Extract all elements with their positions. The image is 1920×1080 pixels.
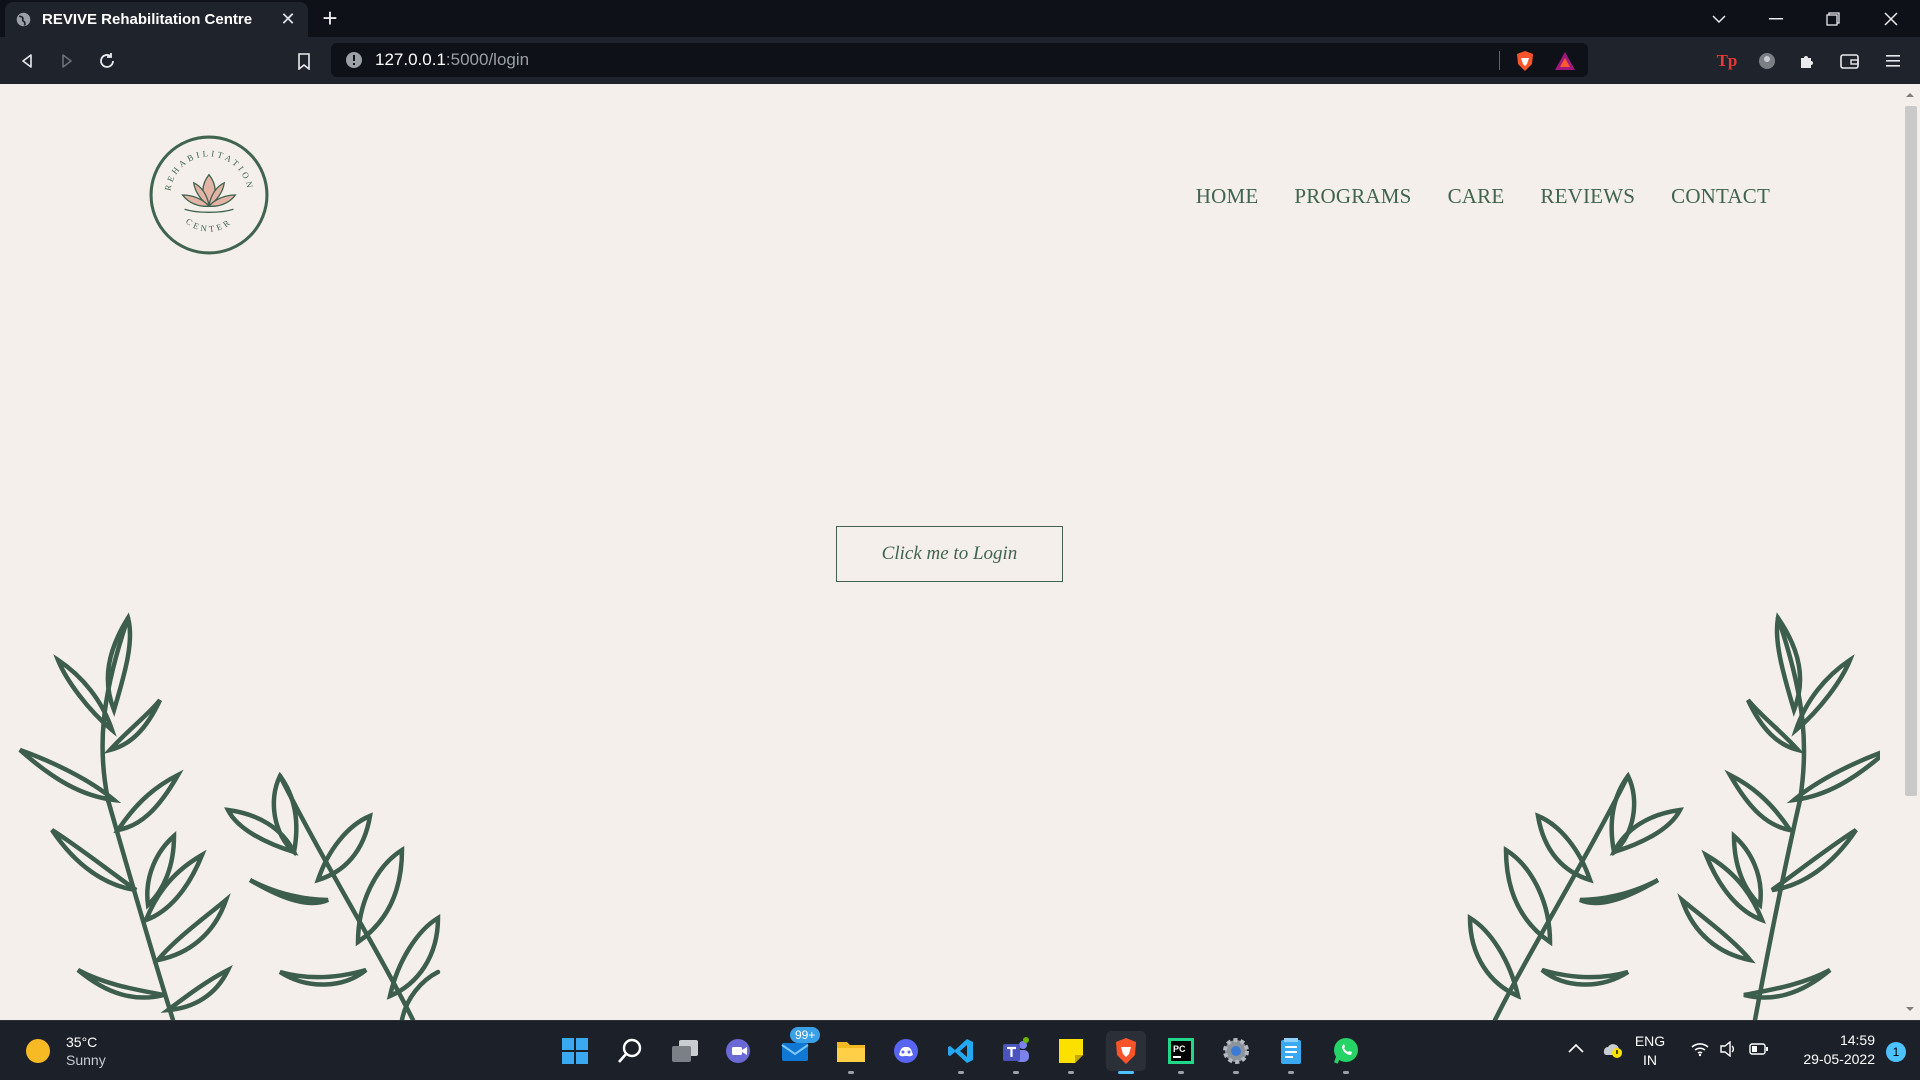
tab-title: REVIVE Rehabilitation Centre	[42, 11, 253, 28]
brave-shields-icon[interactable]	[1514, 50, 1536, 72]
sticky-notes-button[interactable]	[1051, 1031, 1091, 1074]
nav-contact-link[interactable]: CONTACT	[1671, 184, 1770, 209]
whatsapp-icon	[1334, 1038, 1358, 1064]
weather-temp: 35°C	[66, 1034, 98, 1050]
discord-button[interactable]	[886, 1031, 926, 1071]
pycharm-icon: PC	[1168, 1038, 1194, 1064]
new-tab-button[interactable]: +	[316, 4, 344, 32]
left-leaf-branches-illustration	[18, 612, 441, 1020]
clock-time: 14:59	[1839, 1032, 1875, 1048]
wifi-icon[interactable]	[1691, 1041, 1709, 1057]
weather-widget[interactable]: 35°C Sunny	[26, 1033, 106, 1069]
right-leaf-branches-illustration	[1467, 612, 1880, 1020]
teams-icon	[1003, 1037, 1029, 1062]
svg-text:CENTER: CENTER	[184, 216, 234, 234]
rehabilitation-center-logo[interactable]: REHABILITATION CENTER	[148, 134, 270, 256]
wallet-icon[interactable]	[1834, 45, 1866, 77]
lotus-icon	[181, 173, 237, 213]
minimize-icon[interactable]	[1747, 0, 1805, 37]
sticky-notes-icon	[1059, 1039, 1083, 1063]
notepad-button[interactable]	[1271, 1031, 1311, 1074]
menu-icon[interactable]	[1877, 45, 1909, 77]
nav-reviews-link[interactable]: REVIEWS	[1540, 184, 1635, 209]
region-code: IN	[1643, 1052, 1657, 1068]
notification-badge[interactable]: 1	[1886, 1042, 1906, 1062]
extension-tp-icon[interactable]: Tp	[1711, 45, 1743, 77]
scroll-down-icon[interactable]	[1905, 1004, 1915, 1014]
main-nav: HOME PROGRAMS CARE REVIEWS CONTACT	[1196, 184, 1770, 209]
nav-home-link[interactable]: HOME	[1196, 184, 1259, 209]
language-indicator[interactable]: ENG IN	[1630, 1032, 1670, 1070]
gear-icon	[1223, 1038, 1249, 1064]
weather-desc: Sunny	[66, 1052, 106, 1068]
language-code: ENG	[1634, 1033, 1666, 1049]
svg-text:PC: PC	[1173, 1044, 1186, 1054]
settings-button[interactable]	[1216, 1031, 1256, 1074]
bookmark-icon[interactable]	[288, 45, 320, 77]
task-view-icon	[672, 1040, 698, 1062]
url-path: :5000/login	[445, 50, 530, 69]
file-explorer-button[interactable]	[831, 1031, 871, 1074]
windows-logo-icon	[562, 1038, 588, 1064]
login-button[interactable]: Click me to Login	[836, 526, 1063, 582]
battery-icon[interactable]	[1749, 1042, 1769, 1056]
address-bar[interactable]: 127.0.0.1:5000/login	[331, 43, 1588, 77]
globe-icon	[16, 12, 31, 27]
logo-text-bottom: CENTER	[184, 216, 231, 234]
browser-tab-bar: REVIVE Rehabilitation Centre ✕ +	[0, 0, 1920, 37]
scrollbar-thumb[interactable]	[1905, 106, 1917, 796]
clock-date: 29-05-2022	[1803, 1051, 1875, 1067]
sun-icon	[26, 1039, 50, 1063]
forward-icon[interactable]	[51, 45, 83, 77]
url-host: 127.0.0.1	[375, 50, 446, 69]
start-button[interactable]	[555, 1031, 595, 1071]
onedrive-warning-icon[interactable]	[1601, 1039, 1623, 1059]
discord-icon	[894, 1039, 918, 1063]
chat-camera-icon	[726, 1039, 750, 1063]
teams-chat-button[interactable]	[720, 1031, 760, 1071]
brave-browser-button[interactable]	[1106, 1031, 1146, 1074]
tab-search-chevron-icon[interactable]	[1690, 0, 1748, 37]
mail-app-button[interactable]: 99+	[776, 1027, 821, 1071]
windows-taskbar: 35°C Sunny 99+ PC ENG IN 14:59 29-05-202…	[0, 1020, 1920, 1080]
whatsapp-button[interactable]	[1326, 1031, 1366, 1074]
reload-icon[interactable]	[91, 45, 123, 77]
mail-badge: 99+	[790, 1027, 821, 1043]
nav-programs-link[interactable]: PROGRAMS	[1294, 184, 1411, 209]
task-view-button[interactable]	[665, 1031, 705, 1071]
address-separator	[1499, 51, 1500, 70]
brave-icon	[1116, 1038, 1136, 1064]
vscode-button[interactable]	[941, 1031, 981, 1074]
pycharm-button[interactable]: PC	[1161, 1031, 1201, 1074]
scroll-up-icon[interactable]	[1905, 90, 1915, 100]
nav-care-link[interactable]: CARE	[1448, 184, 1505, 209]
extension-circle-icon[interactable]	[1751, 45, 1783, 77]
tab-close-icon[interactable]: ✕	[278, 9, 298, 30]
page-scrollbar[interactable]	[1900, 84, 1920, 1020]
volume-icon[interactable]	[1719, 1041, 1737, 1057]
browser-toolbar: 127.0.0.1:5000/login Tp	[0, 37, 1920, 84]
site-info-icon[interactable]	[345, 51, 363, 69]
teams-button[interactable]	[996, 1031, 1036, 1074]
vscode-icon	[948, 1039, 973, 1063]
folder-icon	[837, 1042, 865, 1062]
page-viewport: REHABILITATION CENTER HOME PROGRAMS CARE…	[0, 84, 1920, 1020]
search-button[interactable]	[610, 1031, 650, 1071]
brave-rewards-icon[interactable]	[1554, 50, 1576, 72]
close-window-icon[interactable]	[1862, 0, 1920, 37]
notepad-icon	[1281, 1038, 1301, 1064]
extensions-puzzle-icon[interactable]	[1791, 45, 1823, 77]
search-icon	[618, 1038, 642, 1063]
chevron-up-icon[interactable]	[1568, 1043, 1584, 1053]
browser-tab[interactable]: REVIVE Rehabilitation Centre ✕	[5, 2, 308, 37]
clock[interactable]: 14:59 29-05-2022	[1785, 1031, 1875, 1069]
back-icon[interactable]	[11, 45, 43, 77]
restore-icon[interactable]	[1804, 0, 1862, 37]
